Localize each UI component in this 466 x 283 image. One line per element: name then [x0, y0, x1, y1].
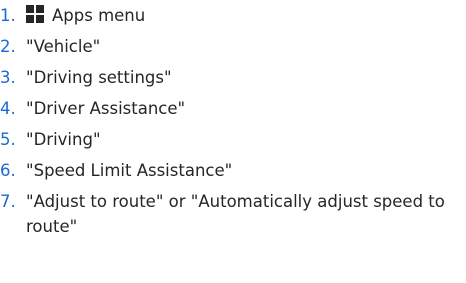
step-number: 1.: [0, 6, 16, 25]
step-text-container: Apps menu: [26, 3, 462, 28]
step-text: "Adjust to route" or "Automatically adju…: [26, 192, 445, 236]
step-text: "Speed Limit Assistance": [26, 161, 233, 180]
step-number: 3.: [0, 68, 16, 87]
step-text: Apps menu: [52, 6, 146, 25]
step-number: 4.: [0, 99, 16, 118]
step-number: 6.: [0, 161, 16, 180]
step-text: "Vehicle": [26, 37, 101, 56]
step-text: "Driver Assistance": [26, 99, 186, 118]
step-number: 5.: [0, 130, 16, 149]
apps-grid-icon: [26, 5, 44, 23]
step-text: "Driving": [26, 130, 101, 149]
step-number: 7.: [0, 192, 16, 211]
step-text: "Driving settings": [26, 68, 172, 87]
step-number: 2.: [0, 37, 16, 56]
